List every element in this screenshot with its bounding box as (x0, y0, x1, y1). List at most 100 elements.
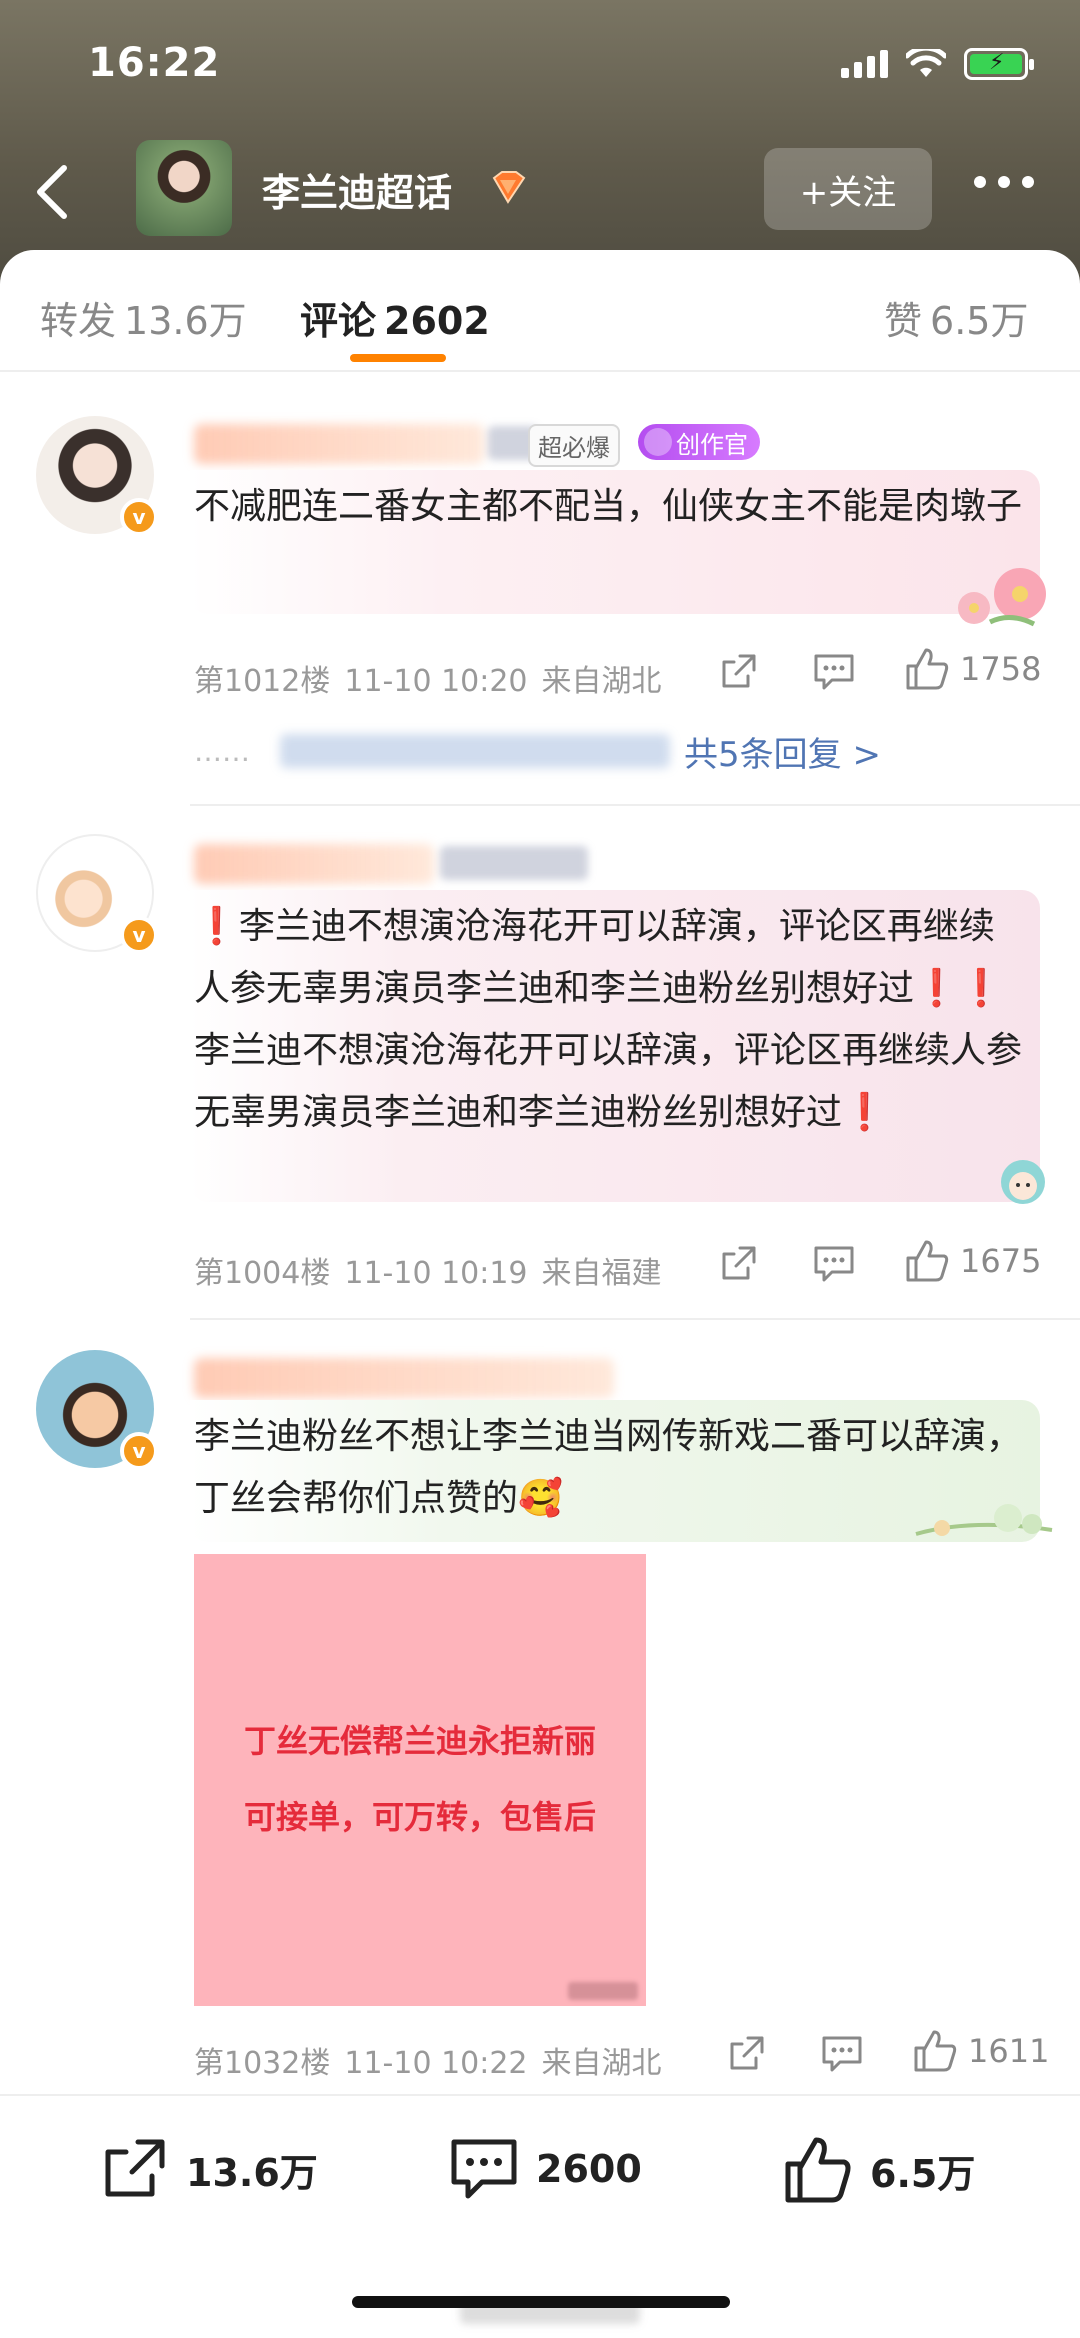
floor-number: 第1012楼 (194, 664, 331, 699)
tab-reposts-label: 转发 (40, 299, 117, 343)
thumbs-up-icon (906, 1240, 949, 1282)
comment-bubble[interactable]: 不减肥连二番女主都不配当，仙侠女主不能是肉墩子 (190, 470, 1040, 614)
floor-number: 第1032楼 (194, 2046, 331, 2081)
avatar[interactable]: v (36, 834, 158, 954)
comment-icon (814, 654, 854, 690)
divider (0, 370, 1080, 372)
flower-vine-decoration-icon (915, 1504, 1053, 1536)
share-button[interactable] (726, 2032, 768, 2074)
comment-image[interactable]: 丁丝无偿帮兰迪永拒新丽 可接单，可万转，包售后 (194, 1554, 646, 2006)
like-count: 1758 (960, 650, 1042, 688)
thumbs-up-icon (906, 648, 949, 690)
like-button[interactable]: 1611 (912, 2028, 1049, 2074)
user-tag: 超必爆 (528, 424, 620, 467)
comment-time: 11-10 10:22 (344, 2046, 528, 2081)
comment-time: 11-10 10:19 (344, 1256, 528, 1291)
page-title[interactable]: 李兰迪超话 (262, 162, 452, 217)
username-blurred[interactable] (194, 1358, 614, 1398)
share-icon (730, 2036, 764, 2070)
sticker-decoration-icon (1001, 1160, 1045, 1204)
username-blurred[interactable] (194, 424, 484, 464)
like-count: 1611 (968, 2032, 1050, 2070)
status-bar: 16:22 ⚡ (0, 40, 1080, 100)
active-tab-indicator (350, 354, 446, 362)
comment-location: 来自福建 (541, 1256, 662, 1291)
cellular-signal-icon (841, 50, 888, 78)
tab-bar: 转发 13.6万 评论 2602 赞 6.5万 (0, 290, 1080, 370)
battery-charging-icon: ⚡ (964, 48, 1034, 80)
tab-likes-label: 赞 (884, 299, 923, 343)
comment-location: 来自湖北 (541, 2046, 662, 2081)
tab-reposts-count: 13.6万 (124, 299, 247, 343)
status-icons: ⚡ (841, 48, 1034, 80)
repost-button[interactable]: 13.6万 (100, 2134, 318, 2204)
comment-time: 11-10 10:20 (344, 664, 528, 699)
flower-decoration-icon (958, 568, 1046, 627)
like-button[interactable]: 6.5万 (782, 2134, 975, 2206)
like-count: 1675 (960, 1242, 1042, 1280)
topic-avatar[interactable] (136, 140, 232, 236)
thumbs-up-icon (914, 2030, 957, 2072)
home-indicator[interactable] (352, 2296, 730, 2308)
view-replies-link[interactable]: 共5条回复 > (684, 727, 881, 776)
tab-comments[interactable]: 评论 2602 (300, 290, 490, 345)
share-icon (722, 1246, 756, 1280)
share-button[interactable] (718, 650, 760, 692)
watermark-blurred (568, 1982, 638, 2000)
like-button[interactable]: 1758 (904, 646, 1041, 692)
username-blurred[interactable] (194, 844, 434, 884)
image-text-line: 可接单，可万转，包售后 (243, 1798, 596, 1836)
comment-icon (451, 2139, 517, 2199)
more-options-icon[interactable] (974, 176, 1034, 188)
tab-reposts[interactable]: 转发 13.6万 (40, 290, 247, 345)
comment-bubble[interactable]: ❗李兰迪不想演沧海花开可以辞演，评论区再继续人参无辜男演员李兰迪和李兰迪粉丝别想… (190, 890, 1040, 1202)
tab-likes[interactable]: 赞 6.5万 (884, 290, 1028, 345)
share-button[interactable] (718, 1242, 760, 1284)
like-button[interactable]: 1675 (904, 1238, 1041, 1284)
repost-count: 13.6万 (186, 2150, 318, 2195)
follow-button[interactable]: +关注 (764, 148, 932, 230)
divider (190, 1318, 1080, 1320)
verified-badge-icon: v (120, 498, 158, 536)
comment-count: 2600 (536, 2147, 642, 2191)
comment-text: ❗李兰迪不想演沧海花开可以辞演，评论区再继续人参无辜男演员李兰迪和李兰迪粉丝别想… (194, 906, 1023, 1133)
comment-location: 来自湖北 (541, 664, 662, 699)
avatar[interactable]: v (36, 416, 158, 536)
repost-icon (105, 2139, 165, 2197)
back-button[interactable] (28, 164, 78, 220)
reply-button[interactable] (820, 2032, 864, 2074)
avatar[interactable]: v (36, 1350, 158, 1470)
comment-meta: 第1004楼 11-10 10:19 来自福建 (194, 1248, 676, 1292)
bottom-action-bar: 13.6万 2600 6.5万 (0, 2094, 1080, 2244)
comment-meta: 第1032楼 11-10 10:22 来自湖北 (194, 2038, 676, 2082)
share-icon (722, 654, 756, 688)
reply-button[interactable] (812, 650, 856, 692)
wifi-icon (906, 49, 946, 77)
reply-preview-blurred (280, 734, 670, 768)
nav-row: 李兰迪超话 +关注 (0, 140, 1080, 240)
comment-icon (822, 2036, 862, 2072)
divider (190, 804, 1080, 806)
comment-button[interactable]: 2600 (448, 2134, 642, 2204)
status-time: 16:22 (88, 40, 221, 86)
floor-number: 第1004楼 (194, 1256, 331, 1291)
chevron-left-icon (37, 165, 67, 219)
tag-blurred (440, 846, 588, 880)
tab-comments-label: 评论 (300, 299, 377, 343)
comment-text: 不减肥连二番女主都不配当，仙侠女主不能是肉墩子 (194, 486, 1023, 527)
ellipsis: …… (194, 734, 250, 768)
comment-icon (814, 1246, 854, 1282)
tab-likes-count: 6.5万 (930, 299, 1029, 343)
thumbs-up-icon (785, 2137, 851, 2203)
reply-button[interactable] (812, 1242, 856, 1284)
creator-badge-label: 创作官 (676, 430, 748, 459)
image-text-line: 丁丝无偿帮兰迪永拒新丽 (243, 1722, 596, 1760)
verified-badge-icon: v (120, 1432, 158, 1470)
like-count: 6.5万 (870, 2151, 976, 2196)
diamond-badge-icon (492, 171, 526, 204)
comment-meta: 第1012楼 11-10 10:20 来自湖北 (194, 656, 676, 700)
reply-preview[interactable]: …… 共5条回复 > (194, 726, 881, 776)
tab-comments-count: 2602 (384, 299, 490, 343)
creator-badge: 创作官 (638, 424, 760, 460)
creator-badge-icon (644, 428, 672, 456)
